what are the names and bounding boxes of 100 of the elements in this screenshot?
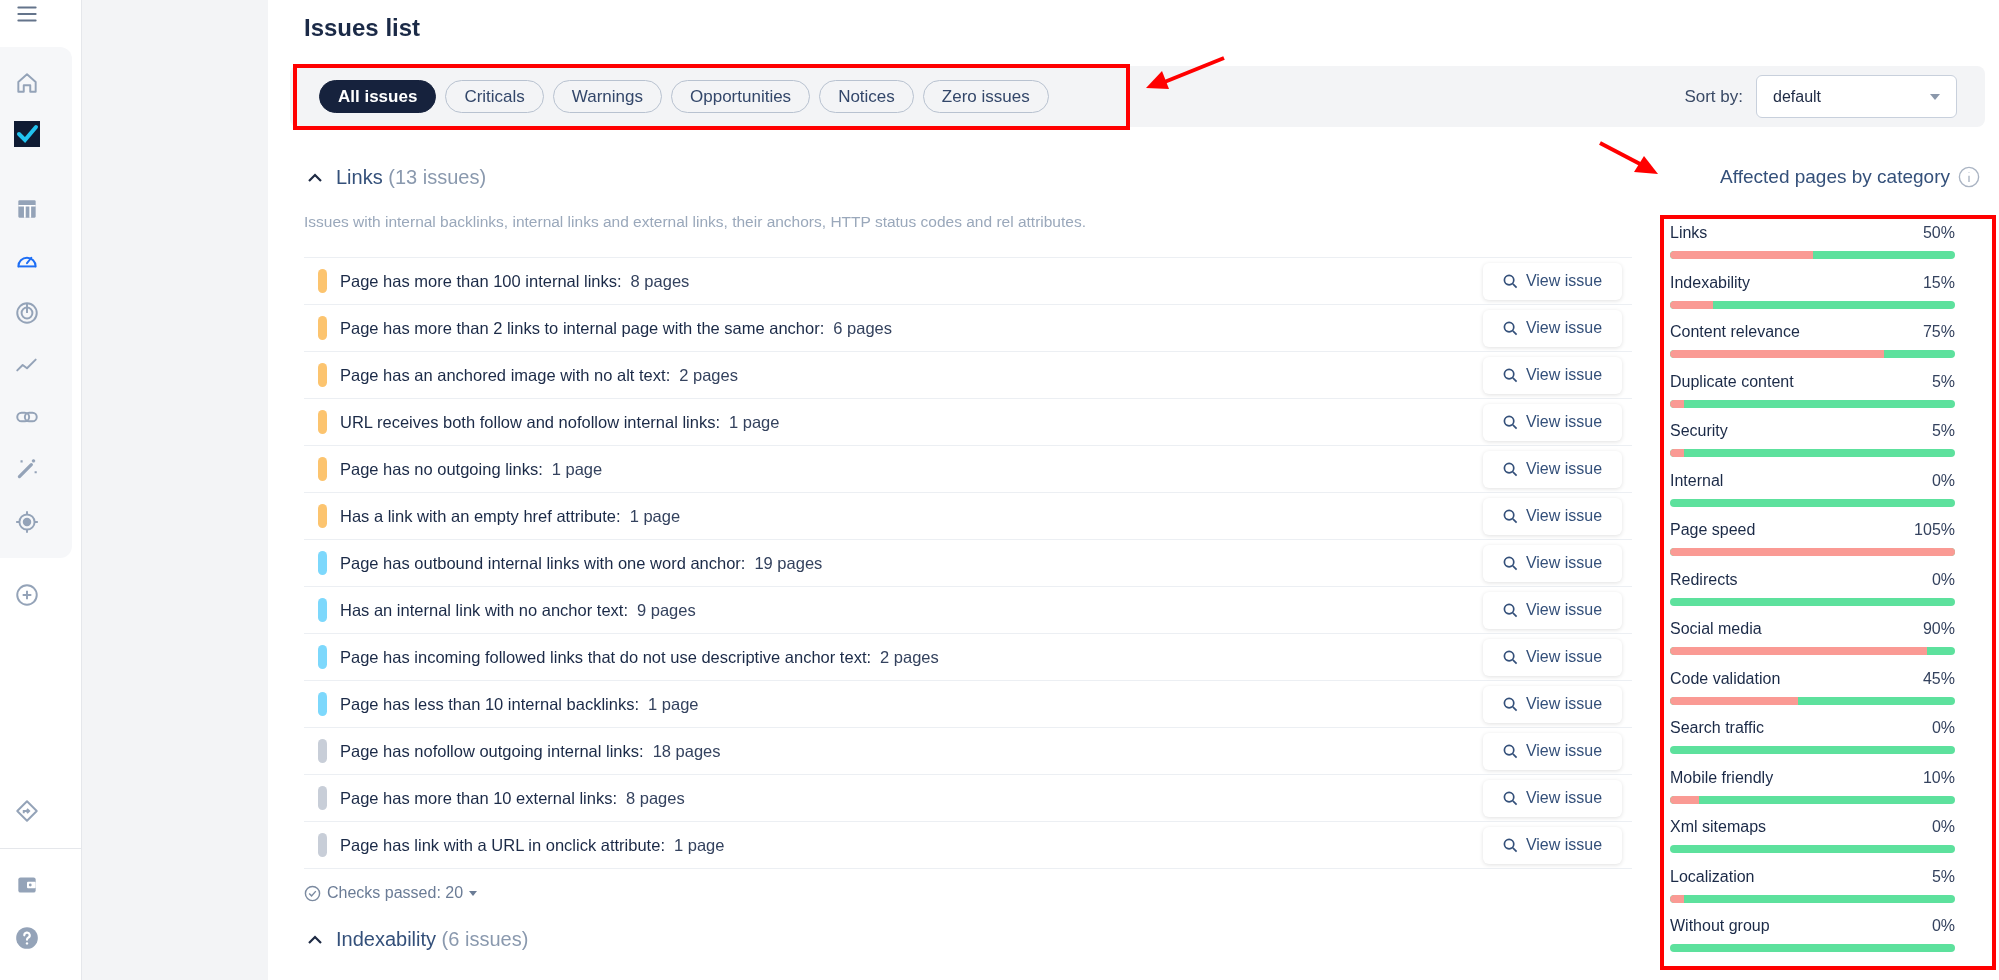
issue-title: Page has less than 10 internal backlinks:: [340, 693, 639, 715]
help-icon[interactable]: [14, 925, 40, 951]
page-count: 9 pages: [637, 599, 696, 621]
view-issue-button[interactable]: View issue: [1483, 403, 1622, 441]
app-logo-icon[interactable]: [14, 121, 40, 147]
search-icon: [1502, 837, 1518, 853]
view-issue-button[interactable]: View issue: [1483, 591, 1622, 629]
category-percent: 10%: [1922, 767, 1955, 788]
page-count: 1 page: [648, 693, 699, 715]
category-name: Search traffic: [1670, 718, 1764, 738]
issue-title: Page has an anchored image with no alt text:: [340, 364, 671, 386]
category-name: Social media: [1670, 619, 1762, 639]
issue-title: URL receives both follow and nofollow internal links:: [340, 411, 720, 433]
category-percent: 90%: [1922, 619, 1955, 639]
search-icon: [1502, 461, 1518, 477]
view-issue-button[interactable]: View issue: [1483, 732, 1622, 770]
radar-icon[interactable]: [14, 300, 40, 326]
search-icon: [1502, 696, 1518, 712]
category-percent: 5%: [1931, 421, 1955, 441]
category-name: Redirects: [1670, 569, 1738, 590]
view-issue-button[interactable]: View issue: [1483, 826, 1622, 864]
caret-icon: [469, 890, 478, 896]
category-percent: 0%: [1931, 916, 1955, 936]
search-icon: [1502, 508, 1518, 524]
category-percent: 5%: [1931, 371, 1955, 392]
category-name: Content relevance: [1670, 322, 1800, 342]
page-count: 6 pages: [833, 317, 892, 339]
category-percent: 15%: [1922, 272, 1955, 293]
search-icon: [1502, 555, 1518, 571]
search-icon: [1502, 790, 1518, 806]
page-count: 8 pages: [626, 787, 685, 809]
category-percent: 45%: [1922, 668, 1955, 689]
category-name: Xml sitemaps: [1670, 817, 1767, 837]
category-name: Security: [1670, 421, 1728, 441]
category-percent: 0%: [1931, 569, 1955, 590]
search-icon: [1502, 602, 1518, 618]
view-issue-button[interactable]: View issue: [1483, 356, 1622, 394]
view-issue-button[interactable]: View issue: [1483, 544, 1622, 582]
filter-tab[interactable]: Zero issues: [922, 80, 1049, 113]
issue-title: Page has nofollow outgoing internal links:: [340, 740, 644, 762]
page-count: 8 pages: [630, 270, 690, 292]
category-name: Indexability: [1670, 272, 1751, 293]
category-name: Without group: [1670, 916, 1770, 936]
view-issue-button[interactable]: View issue: [1483, 262, 1622, 300]
section-title[interactable]: Links (13 issues): [336, 162, 487, 192]
view-issue-button[interactable]: View issue: [1483, 685, 1622, 723]
view-issue-button[interactable]: View issue: [1483, 309, 1622, 347]
page-count: 19 pages: [754, 552, 823, 574]
home-icon[interactable]: [14, 70, 40, 96]
issue-title: Page has incoming followed links that do not use descriptive anchor text:: [340, 646, 872, 668]
category-percent: 105%: [1914, 520, 1955, 540]
category-name: Mobile friendly: [1670, 767, 1774, 788]
search-icon: [1502, 649, 1518, 665]
page-count: 1 page: [629, 505, 681, 527]
caret-icon[interactable]: [308, 172, 322, 182]
filter-tab[interactable]: Warnings: [552, 80, 662, 113]
view-issue-button[interactable]: View issue: [1483, 497, 1622, 535]
category-name: Code validation: [1670, 668, 1781, 689]
search-icon: [1502, 367, 1518, 383]
category-percent: 0%: [1931, 718, 1955, 738]
category-name: Links: [1670, 223, 1708, 243]
issue-title: Has a link with an empty href attribute:: [340, 505, 621, 527]
search-icon: [1502, 414, 1518, 430]
section-title[interactable]: Indexability (6 issues): [336, 924, 529, 954]
filter-tab[interactable]: All issues: [319, 80, 437, 113]
filter-tab[interactable]: Notices: [819, 80, 914, 113]
issue-title: Page has more than 10 external links:: [340, 787, 617, 809]
view-issue-button[interactable]: View issue: [1483, 779, 1622, 817]
filter-tab[interactable]: Opportunities: [671, 80, 811, 113]
category-name: Duplicate content: [1670, 371, 1794, 392]
sort-dropdown[interactable]: default: [1756, 75, 1957, 118]
page-count: 18 pages: [652, 740, 721, 762]
page-count: 1 page: [551, 458, 603, 480]
search-icon: [1502, 743, 1518, 759]
page-count: 1 page: [729, 411, 780, 433]
page-count: 1 page: [673, 834, 725, 856]
view-issue-button[interactable]: View issue: [1483, 638, 1622, 676]
plus-circle-icon[interactable]: [14, 582, 40, 608]
caret-icon: [1930, 93, 1940, 100]
target-icon[interactable]: [14, 509, 40, 535]
page-title: Issues list: [304, 13, 422, 43]
section-description: Issues with internal backlinks, internal links and external links, their anchors, HTTP status codes and rel attributes.: [304, 212, 1087, 232]
filter-tab[interactable]: Criticals: [445, 80, 544, 113]
caret-icon[interactable]: [308, 934, 322, 944]
issue-title: Has an internal link with no anchor text:: [340, 599, 628, 621]
search-icon: [1502, 320, 1518, 336]
category-percent: 5%: [1931, 866, 1955, 887]
search-icon: [1502, 273, 1518, 289]
info-icon[interactable]: [1958, 166, 1980, 188]
view-issue-button[interactable]: View issue: [1483, 450, 1622, 488]
page-count: 2 pages: [880, 646, 939, 668]
issue-title: Page has outbound internal links with one word anchor:: [340, 552, 746, 574]
category-percent: 0%: [1931, 817, 1955, 837]
issue-title: Page has more than 100 internal links:: [340, 270, 622, 292]
category-percent: 50%: [1922, 223, 1955, 243]
category-name: Page speed: [1670, 520, 1756, 540]
diamond-arrow-icon[interactable]: [14, 798, 40, 824]
issue-title: Page has no outgoing links:: [340, 458, 543, 480]
checks-passed-toggle[interactable]: Checks passed: 20: [304, 873, 1632, 913]
category-percent: 75%: [1922, 322, 1955, 342]
